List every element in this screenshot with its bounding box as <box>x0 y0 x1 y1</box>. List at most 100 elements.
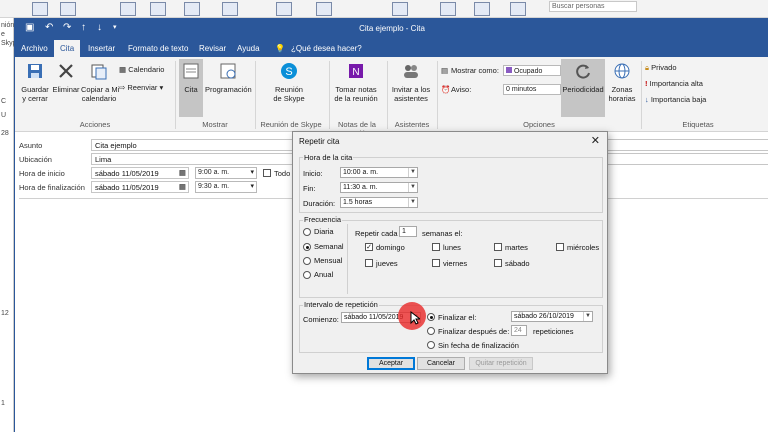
day-monday-label: lunes <box>443 243 461 252</box>
copy-to-calendar-button[interactable]: Copiar a Mi calendario <box>81 61 120 103</box>
start-time-combo[interactable]: 10:00 a. m. ▼ <box>340 167 418 178</box>
reminder-select[interactable]: 0 minutos <box>503 84 561 95</box>
end-time-value: 11:30 a. m. <box>343 184 378 191</box>
day-sunday-checkbox[interactable]: ✓ <box>365 243 373 251</box>
end-after-radio[interactable] <box>427 327 435 335</box>
background-label: 28 <box>1 130 9 137</box>
no-end-date-radio[interactable] <box>427 341 435 349</box>
freq-monthly-radio[interactable] <box>303 257 311 265</box>
tell-me-search[interactable]: ¿Qué desea hacer? <box>291 44 362 53</box>
day-wednesday-label: miércoles <box>567 243 600 252</box>
tab-revisar[interactable]: Revisar <box>199 44 226 53</box>
calendar-icon: ▦ <box>119 65 127 74</box>
mouse-cursor-icon <box>410 311 420 325</box>
low-importance-label: Importancia baja <box>650 95 707 104</box>
background-label: C <box>1 98 7 105</box>
ribbon-separator <box>641 61 642 129</box>
recurrence-icon <box>576 64 590 79</box>
background-label: 1 <box>1 400 5 407</box>
background-label: e <box>1 31 5 38</box>
start-date-input[interactable]: sábado 11/05/2019 ▦ <box>91 167 189 179</box>
chevron-down-icon: ▾ <box>159 83 164 92</box>
delete-button[interactable]: Eliminar <box>51 61 81 94</box>
scheduling-button[interactable]: Programación <box>205 61 252 94</box>
save-close-button[interactable]: Guardar y cerrar <box>19 61 51 103</box>
close-icon[interactable]: ✕ <box>591 134 600 147</box>
calendar-picker-icon[interactable]: ▦ <box>179 168 186 177</box>
freq-daily-radio[interactable] <box>303 228 311 236</box>
ribbon-separator <box>175 61 176 129</box>
subject-label: Asunto <box>19 141 43 150</box>
start-time-label: Inicio: <box>303 169 323 178</box>
chevron-down-icon: ▼ <box>408 183 417 192</box>
duration-value: 1.5 horas <box>343 199 373 206</box>
all-day-checkbox[interactable] <box>263 169 271 177</box>
forward-button[interactable]: ⇨ Reenviar ▾ <box>119 83 163 92</box>
background-ribbon-icon <box>440 2 456 16</box>
copy-to-calendar-label: Copiar a Mi calendario <box>81 85 120 103</box>
start-time-select[interactable]: 9:00 a. m. ▾ <box>195 167 257 179</box>
end-by-combo[interactable]: sábado 26/10/2019 ▼ <box>511 311 593 322</box>
start-range-label: Comienzo: <box>303 315 339 324</box>
end-after-input[interactable]: 24 <box>511 325 527 336</box>
end-time-label: Hora de finalización <box>19 183 85 192</box>
start-time-value: 9:00 a. m. <box>198 169 230 176</box>
reminder-label: Aviso: <box>451 85 472 94</box>
freq-monthly-label: Mensual <box>314 256 343 265</box>
start-time-label: Hora de inicio <box>19 169 65 178</box>
skype-meeting-button[interactable]: S Reunión de Skype <box>265 61 313 103</box>
end-by-value: sábado 26/10/2019 <box>514 313 574 320</box>
calendar-picker-icon[interactable]: ▦ <box>179 182 186 191</box>
recurrence-button[interactable]: Periodicidad <box>561 59 605 117</box>
tab-cita[interactable]: Cita <box>54 40 81 57</box>
end-date-input[interactable]: sábado 11/05/2019 ▦ <box>91 181 189 193</box>
tab-formato-de-texto[interactable]: Formato de texto <box>128 44 188 53</box>
globe-icon <box>614 63 630 79</box>
people-icon <box>404 65 418 78</box>
end-by-radio[interactable] <box>427 313 435 321</box>
invite-attendees-button[interactable]: Invitar a los asistentes <box>389 61 433 103</box>
day-tuesday-label: martes <box>505 243 528 252</box>
freq-weekly-radio[interactable] <box>303 243 311 251</box>
scheduling-label: Programación <box>205 85 252 94</box>
tab-insertar[interactable]: Insertar <box>88 44 115 53</box>
low-importance-button[interactable]: ↓ Importancia baja <box>645 95 706 104</box>
skype-icon: S <box>281 63 297 79</box>
cita-view-label: Cita <box>184 85 198 94</box>
remove-recurrence-button[interactable]: Quitar repetición <box>469 357 533 370</box>
scheduling-icon <box>220 63 236 79</box>
calendar-button[interactable]: ▦ Calendario <box>119 65 164 74</box>
end-time-select[interactable]: 9:30 a. m. ▾ <box>195 181 257 193</box>
time-zones-label: Zonas horarias <box>608 85 636 103</box>
freq-yearly-radio[interactable] <box>303 271 311 279</box>
private-button[interactable]: 🔒︎ Privado <box>645 63 677 73</box>
group-label-actions: Acciones <box>79 120 111 129</box>
show-as-select[interactable]: Ocupado <box>503 65 561 76</box>
private-label: Privado <box>651 63 677 72</box>
repetitions-label: repeticiones <box>533 327 574 336</box>
frequency-divider <box>347 224 348 294</box>
high-importance-label: Importancia alta <box>649 79 703 88</box>
tab-ayuda[interactable]: Ayuda <box>237 44 260 53</box>
ok-button[interactable]: Aceptar <box>367 357 415 370</box>
recurrence-dialog: Repetir cita ✕ Hora de la cita Inicio: 1… <box>292 131 608 374</box>
meeting-notes-button[interactable]: N Tomar notas de la reunión <box>331 61 381 103</box>
background-ribbon-icon <box>184 2 200 16</box>
end-time-combo[interactable]: 11:30 a. m. ▼ <box>340 182 418 193</box>
time-zones-button[interactable]: Zonas horarias <box>605 61 639 103</box>
high-importance-button[interactable]: ! Importancia alta <box>645 79 703 88</box>
duration-combo[interactable]: 1.5 horas ▼ <box>340 197 418 208</box>
day-wednesday-checkbox[interactable] <box>556 243 564 251</box>
day-saturday-checkbox[interactable] <box>494 259 502 267</box>
tab-archivo[interactable]: Archivo <box>21 44 48 53</box>
day-monday-checkbox[interactable] <box>432 243 440 251</box>
cita-view-button[interactable]: Cita <box>179 59 203 117</box>
range-start-value: sábado 11/05/2019 <box>344 314 404 321</box>
cancel-button[interactable]: Cancelar <box>417 357 465 370</box>
repeat-interval-input[interactable]: 1 <box>399 226 417 237</box>
day-tuesday-checkbox[interactable] <box>494 243 502 251</box>
svg-text:S: S <box>285 66 292 78</box>
search-people-input[interactable]: Buscar personas <box>549 1 637 12</box>
day-thursday-checkbox[interactable] <box>365 259 373 267</box>
day-friday-checkbox[interactable] <box>432 259 440 267</box>
